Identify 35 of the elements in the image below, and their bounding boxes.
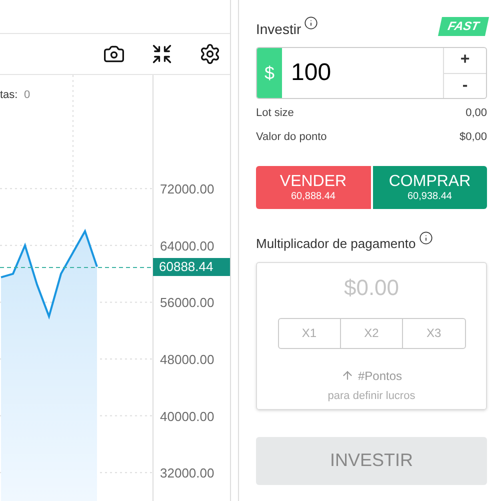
- legend-label: tas:: [0, 88, 18, 103]
- amount-value: 100: [290, 58, 332, 88]
- info-label: Lot size: [256, 106, 294, 121]
- multiplier-option[interactable]: X1: [278, 318, 340, 348]
- info-value: $0,00: [459, 130, 487, 144]
- collapse-icon[interactable]: [151, 43, 173, 65]
- multiplier-option[interactable]: X2: [340, 318, 402, 348]
- axis-label: 72000.00: [160, 182, 214, 197]
- axis-label: 56000.00: [160, 295, 214, 310]
- points-label: #Pontos: [358, 368, 402, 384]
- fast-badge: FAST: [438, 17, 490, 36]
- info-icon[interactable]: [304, 16, 318, 30]
- payout-value: $0.00: [344, 274, 400, 302]
- info-value: 0,00: [466, 106, 487, 121]
- currency-label: $: [257, 48, 282, 98]
- axis-label: 48000.00: [160, 352, 214, 367]
- increase-button[interactable]: +: [444, 48, 486, 74]
- settings-icon[interactable]: [199, 43, 221, 65]
- info-label: Valor do ponto: [256, 130, 327, 144]
- legend-value: 0: [24, 88, 30, 103]
- axis-label: 32000.00: [160, 466, 214, 481]
- investir-label: Investir: [256, 20, 302, 39]
- sell-button[interactable]: VENDER 60,888.44: [256, 166, 370, 209]
- buy-button[interactable]: COMPRAR 60,938.44: [372, 166, 487, 209]
- multiplier-option[interactable]: X3: [402, 318, 464, 348]
- camera-icon[interactable]: [103, 43, 125, 65]
- multiplier-label: Multiplicador de pagamento: [256, 235, 416, 253]
- axis-label: 40000.00: [160, 408, 214, 424]
- axis-label: 64000.00: [160, 238, 214, 254]
- info-icon[interactable]: [418, 231, 433, 245]
- price-tag: 60888.44: [153, 258, 230, 276]
- points-hint: para definir lucros: [328, 388, 416, 404]
- amount-field[interactable]: $ 100 + -: [256, 47, 487, 99]
- decrease-button[interactable]: -: [444, 74, 486, 98]
- arrow-up-icon: [340, 369, 354, 382]
